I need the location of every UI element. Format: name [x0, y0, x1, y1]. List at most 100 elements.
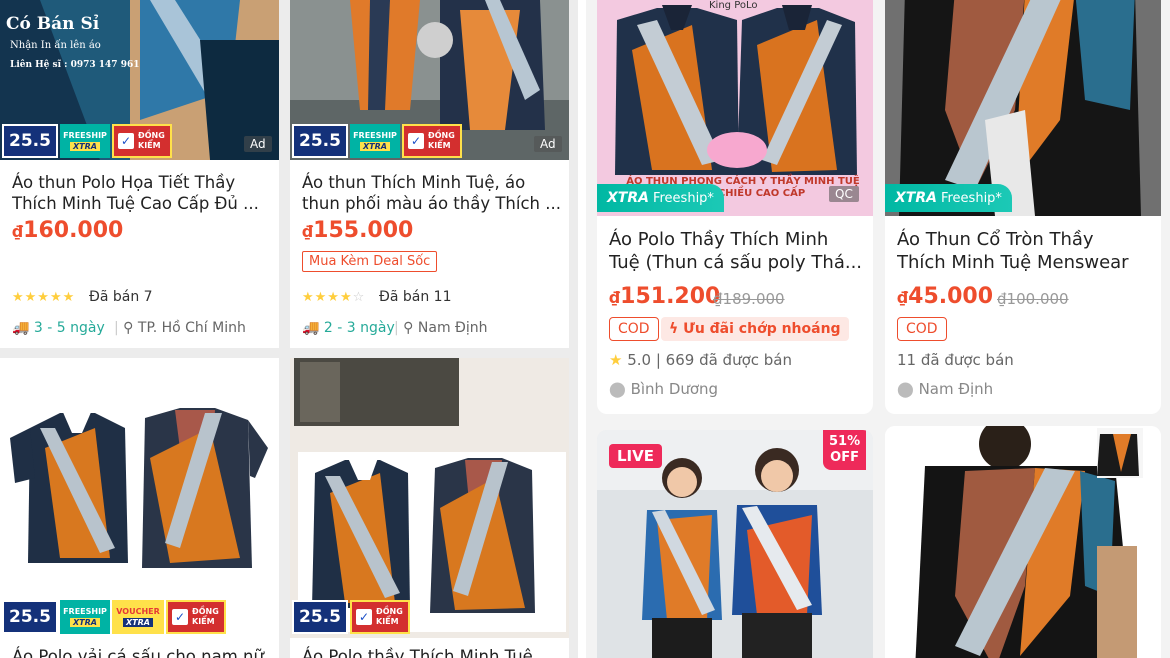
title-line-1: Áo Polo vải cá sấu cho nam nữ [12, 647, 264, 658]
shipping-time: 🚚 3 - 5 ngày [12, 320, 105, 336]
product-title[interactable]: Áo Polo Thầy Thích Minh Tuệ (Thun cá sấu… [609, 228, 865, 274]
title-line-1: Áo Polo Thầy Thích Minh [609, 229, 829, 250]
discount-off-text: OFF [830, 450, 859, 465]
product-image[interactable]: 25.5 FREESHIP XTRA ✓ ĐỒNG KIỂM Ad [290, 0, 569, 160]
shirt-image [885, 426, 1161, 658]
freeship-text: FREESHIP [63, 131, 107, 140]
product-title[interactable]: Áo thun Polo Họa Tiết Thầy Thích Minh Tu… [12, 172, 272, 214]
price-value: 160.000 [23, 218, 124, 243]
product-image[interactable]: 25.5 ✓ ĐỒNG KIỂM [290, 358, 569, 638]
promo-badges: 25.5 ✓ ĐỒNG KIỂM [292, 600, 410, 634]
brand-text: King PoLo [709, 0, 758, 11]
product-title[interactable]: Áo Polo thầy Thích Minh Tuệ vải [302, 646, 562, 658]
discount-percent: 51% [829, 434, 861, 449]
location: | ⚲ TP. Hồ Chí Minh [114, 320, 246, 336]
xtra-text: XTRA [360, 142, 390, 151]
title-line-1: Áo Thun Cổ Tròn Thầy [897, 229, 1094, 250]
sale-25-5-badge: 25.5 [2, 124, 58, 158]
dong-kiem-text: ĐỒNG KIỂM [428, 131, 455, 150]
freeship-text: FREESHIP [63, 607, 107, 616]
location-text: Bình Dương [630, 380, 719, 398]
product-card[interactable]: 25.5 FREESHIP XTRA ✓ ĐỒNG KIỂM Ad Áo thun … [290, 0, 569, 348]
product-price: ₫155.000 [302, 218, 413, 243]
title-line-1: Áo thun Polo Họa Tiết Thầy [12, 173, 236, 192]
promo-badges: 25.5 FREESHIP XTRA VOUCHER XTRA ✓ ĐỒNG KIỂM [2, 600, 226, 634]
rating-text: 5.0 | 669 đã được bán [627, 351, 792, 369]
dong-kiem-text: ĐỒNG KIỂM [192, 607, 219, 626]
xtra-text: XTRA [607, 190, 649, 206]
product-image[interactable]: King PoLo ÁO THUN PHONG CÁCH Y THẦY MINH… [597, 0, 873, 216]
product-card[interactable]: LIVE 51% OFF [597, 430, 873, 658]
promo-badges: 25.5 FREESHIP XTRA ✓ ĐỒNG KIỂM [2, 124, 172, 158]
shirt-image [10, 408, 268, 568]
product-price: ₫151.200 [609, 284, 720, 309]
dong-kiem-badge: ✓ ĐỒNG KIỂM [350, 600, 410, 634]
title-line-2: Thích Minh Tuệ Menswear [897, 252, 1129, 273]
column-divider [578, 0, 586, 658]
screenshot: Có Bán Sỉ Nhận In ấn lên áo Liên Hệ sĩ :… [0, 0, 1170, 658]
freeship-badge: FREESHIP XTRA [60, 600, 110, 634]
product-card[interactable]: XTRA Freeship* Áo Thun Cổ Tròn Thầy Thích… [885, 0, 1161, 414]
shipping-time: 🚚 2 - 3 ngày [302, 320, 395, 336]
product-image[interactable] [885, 426, 1161, 658]
product-title[interactable]: Áo thun Thích Minh Tuệ, áo thun phối màu… [302, 172, 562, 214]
location-pin-icon: ⬤ [609, 380, 626, 398]
freeship-text: Freeship* [652, 191, 714, 206]
truck-icon: 🚚 [302, 320, 320, 336]
price-value: 155.000 [313, 218, 414, 243]
location-text: TP. Hồ Chí Minh [137, 320, 246, 336]
check-icon: ✓ [118, 133, 134, 149]
title-line-1: Áo Polo thầy Thích Minh Tuệ vải [302, 647, 562, 658]
dong-kiem-badge: ✓ ĐỒNG KIỂM [166, 600, 226, 634]
live-badge: LIVE [609, 444, 662, 468]
product-card[interactable] [885, 426, 1161, 658]
product-title[interactable]: Áo Thun Cổ Tròn Thầy Thích Minh Tuệ Mens… [897, 228, 1153, 274]
xtra-text: XTRA [123, 618, 153, 627]
location-pin-icon: ⬤ [897, 380, 914, 398]
ad-label: Ad [244, 136, 272, 152]
product-image[interactable]: LIVE 51% OFF [597, 430, 873, 658]
cod-tag: COD [609, 317, 659, 341]
product-card[interactable]: King PoLo ÁO THUN PHONG CÁCH Y THẦY MINH… [597, 0, 873, 414]
product-image[interactable]: XTRA Freeship* [885, 0, 1161, 216]
product-image[interactable]: 25.5 FREESHIP XTRA VOUCHER XTRA ✓ ĐỒNG KIỂM [0, 358, 279, 638]
freeship-text: Freeship* [940, 191, 1002, 206]
xtra-freeship-badge: XTRA Freeship* [597, 184, 724, 212]
title-line-1: Áo thun Thích Minh Tuệ, áo [302, 173, 526, 192]
deal-tag[interactable]: Mua Kèm Deal Sốc [302, 251, 438, 272]
title-line-2: Thích Minh Tuệ Cao Cấp Đủ ... [12, 194, 259, 213]
location-pin-icon: ⚲ [403, 320, 414, 336]
product-card[interactable]: Có Bán Sỉ Nhận In ấn lên áo Liên Hệ sĩ :… [0, 0, 279, 348]
xtra-text: XTRA [70, 618, 100, 627]
dong-kiem-badge: ✓ ĐỒNG KIỂM [112, 124, 172, 158]
flash-deal-text: Ưu đãi chớp nhoáng [683, 321, 841, 337]
product-image[interactable]: Có Bán Sỉ Nhận In ấn lên áo Liên Hệ sĩ :… [0, 0, 279, 160]
product-card[interactable]: 25.5 FREESHIP XTRA VOUCHER XTRA ✓ ĐỒNG KIỂM… [0, 358, 279, 658]
qc-label: QC [829, 186, 859, 202]
promo-badges: 25.5 FREESHIP XTRA ✓ ĐỒNG KIỂM [292, 124, 462, 158]
location: ⬤ Nam Định [897, 380, 993, 398]
dong-kiem-text: ĐỒNG KIỂM [376, 607, 403, 626]
product-card[interactable]: 25.5 ✓ ĐỒNG KIỂM Áo Polo thầy Thích Minh … [290, 358, 569, 658]
check-icon: ✓ [356, 609, 372, 625]
discount-badge: 51% OFF [823, 430, 867, 470]
ad-label: Ad [534, 136, 562, 152]
currency-symbol: ₫ [897, 288, 909, 307]
sold-count: Đã bán 11 [379, 289, 452, 305]
overlay-title: Có Bán Sỉ [6, 14, 100, 34]
freeship-badge: FREESHIP XTRA [60, 124, 110, 158]
lightning-icon: ϟ [669, 321, 679, 337]
product-title[interactable]: Áo Polo vải cá sấu cho nam nữ [12, 646, 272, 658]
location-text: Nam Định [918, 380, 994, 398]
location: ⬤ Bình Dương [609, 380, 718, 398]
truck-icon: 🚚 [12, 320, 30, 336]
rating-sold: ★ 5.0 | 669 đã được bán [609, 351, 792, 369]
currency-symbol: ₫ [302, 222, 314, 241]
price-value: 151.200 [620, 284, 721, 309]
title-line-2: Tuệ (Thun cá sấu poly Thá... [609, 252, 863, 273]
cod-tag: COD [897, 317, 947, 341]
dong-kiem-text: ĐỒNG KIỂM [138, 131, 165, 150]
check-icon: ✓ [172, 609, 188, 625]
overlay-subtitle: Nhận In ấn lên áo [10, 40, 101, 51]
star-icon: ★ [609, 351, 623, 369]
